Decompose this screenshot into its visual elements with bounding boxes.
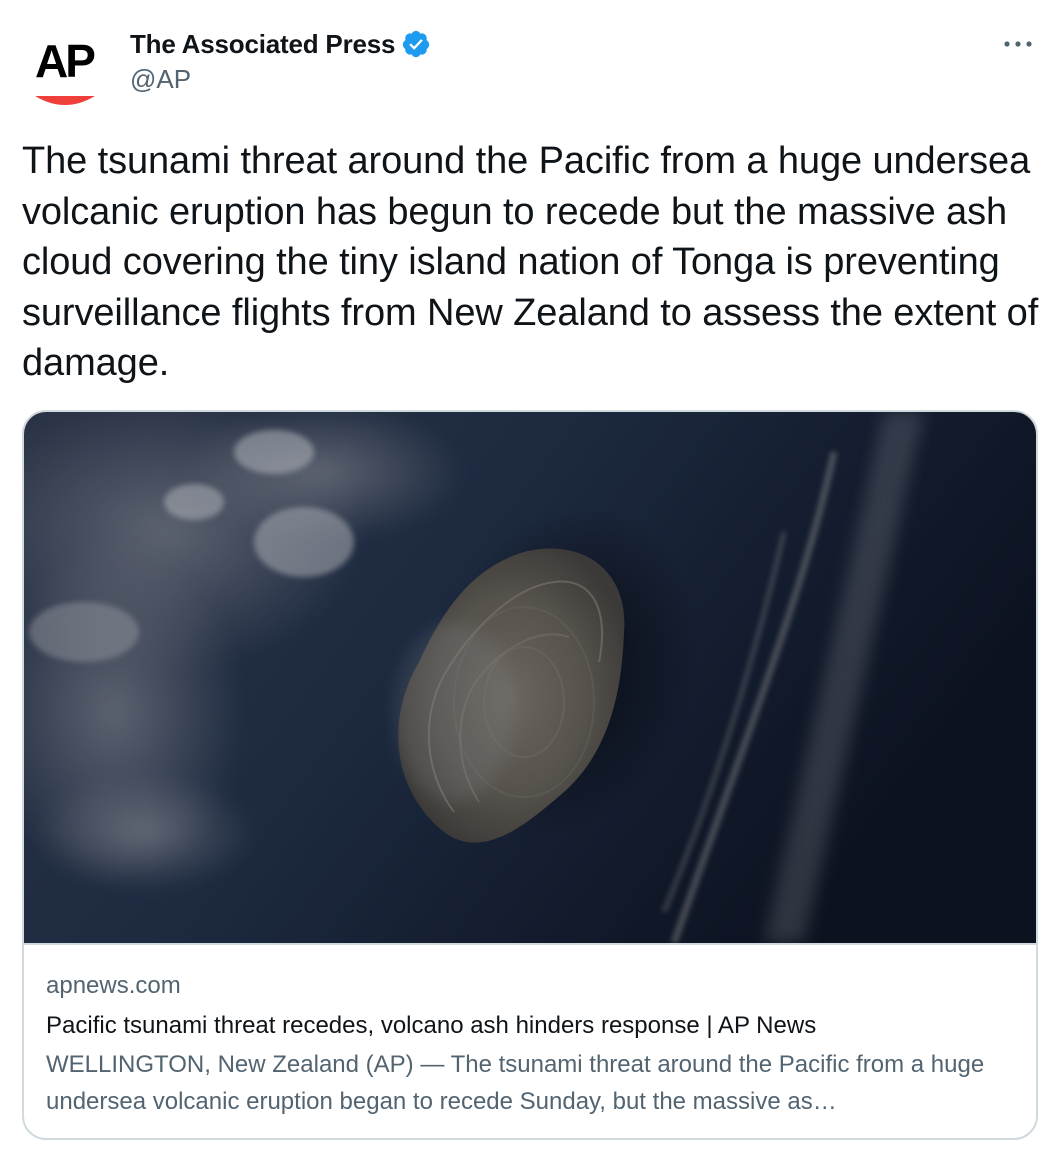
card-domain: apnews.com (46, 972, 181, 999)
tweet: AP The Associated Press @AP The tsunami … (0, 0, 1056, 1158)
avatar-text: AP (35, 35, 95, 87)
card-title: Pacific tsunami threat recedes, volcano … (46, 1012, 817, 1039)
card-meta: apnews.com Pacific tsunami threat recede… (46, 968, 1016, 1120)
link-card[interactable]: apnews.com Pacific tsunami threat recede… (22, 410, 1038, 1140)
name-row: The Associated Press (130, 26, 431, 62)
card-image[interactable] (24, 412, 1036, 945)
tweet-text: The tsunami threat around the Pacific fr… (22, 140, 1039, 384)
satellite-eruption-image (24, 412, 1036, 943)
author-block: The Associated Press @AP (130, 26, 431, 95)
ap-logo-icon: AP (22, 22, 108, 108)
verified-badge-icon (401, 29, 431, 59)
display-name[interactable]: The Associated Press (130, 29, 395, 60)
more-options-icon[interactable] (998, 28, 1038, 60)
avatar[interactable]: AP (22, 22, 108, 108)
card-description: WELLINGTON, New Zealand (AP) — The tsuna… (46, 1051, 985, 1115)
handle[interactable]: @AP (130, 64, 431, 95)
